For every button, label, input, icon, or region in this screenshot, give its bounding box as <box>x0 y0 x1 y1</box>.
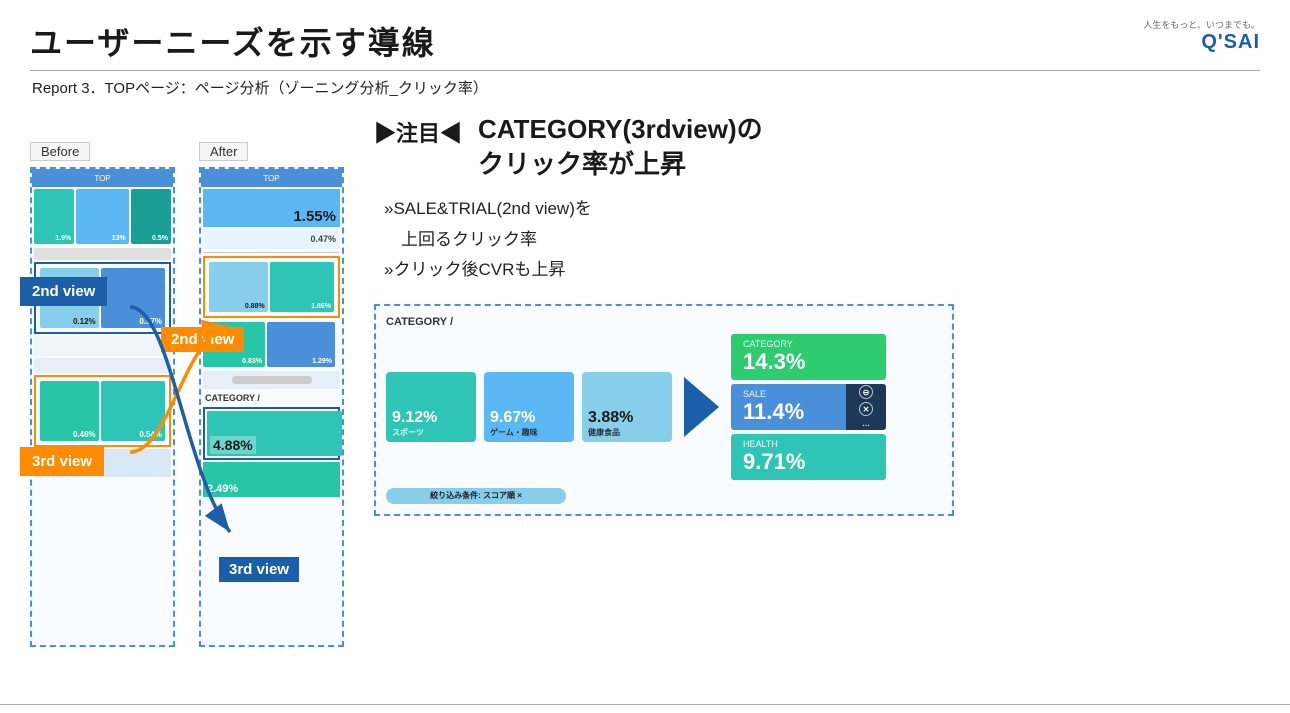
after-3rd-view-label: 3rd view <box>219 557 299 582</box>
before-3rd-view-label: 3rd view <box>20 447 104 476</box>
before-block-1c: 0.5% <box>131 189 171 244</box>
before-row1: 1.9% 13% 0.5% <box>32 187 173 246</box>
cat-pct-2: 9.67% <box>490 409 535 427</box>
bottom-line <box>0 704 1290 706</box>
insight-area: ▶注目◀ CATEGORY(3rdview)のクリック率が上昇 <box>374 112 1260 182</box>
content-area: Before TOP 1.9% 13% <box>30 112 1260 647</box>
after-2nd-b: 1.86% <box>270 262 334 312</box>
after-top-bar: TOP <box>201 169 342 187</box>
cat-item-2: 9.67% ゲーム・趣味 <box>484 372 574 442</box>
before-3rd-zone: 0.48% 0.54% <box>34 375 171 447</box>
after-2nd-zone: 0.88% 1.86% <box>203 256 340 318</box>
before-panel: Before TOP 1.9% 13% <box>30 142 175 647</box>
logo-area: 人生をもっと、いつまでも。 Q'SAI <box>1143 18 1260 54</box>
after-2nd-view-label: 2nd view <box>161 327 244 352</box>
after-panel: After TOP 1.55% 0.47% <box>199 142 344 647</box>
result-arrow <box>684 377 719 437</box>
category-result-label: CATEGORY / <box>386 316 942 328</box>
attention-badge: ▶注目◀ <box>374 116 462 148</box>
before-nav-bar <box>34 248 171 260</box>
sub-insights: »SALE&TRIAL(2nd view)を 上回るクリック率 »クリック後CV… <box>384 194 1260 286</box>
main-title: ユーザーニーズを示す導線 <box>30 18 436 64</box>
after-3rd-zone: 4.88% <box>203 407 340 460</box>
sale-overlay: ⊖ ✕ … <box>846 384 886 430</box>
logo-caption: 人生をもっと、いつまでも。 <box>1143 18 1260 31</box>
sub-insight-3: »クリック後CVRも上昇 <box>384 255 1260 286</box>
before-phone: TOP 1.9% 13% 0.5% <box>30 167 175 647</box>
after-sub-pct: 0.47% <box>203 229 340 249</box>
before-3rd-a: 0.48% <box>40 381 99 441</box>
before-3rd-b: 0.54% <box>101 381 165 441</box>
sub-insight-1: »SALE&TRIAL(2nd view)を <box>384 194 1260 225</box>
result-sale: SALE 11.4% ⊖ ✕ <box>731 384 886 430</box>
sub-insight-2: 上回るクリック率 <box>384 225 1260 256</box>
logo-text: Q'SAI <box>1201 31 1260 54</box>
after-sale-block: 1.55% <box>203 189 340 227</box>
cat-pct-3: 3.88% <box>588 409 633 427</box>
subtitle: Report 3．TOPページ：ページ分析（ゾーニング分析_クリック率） <box>30 70 1260 98</box>
before-block-1a: 1.9% <box>34 189 74 244</box>
category-result-box: CATEGORY / 9.12% スポーツ 9.67% ゲーム・趣味 3.88%… <box>374 304 954 516</box>
header: ユーザーニーズを示す導線 人生をもっと、いつまでも。 Q'SAI <box>30 18 1260 64</box>
right-section: ▶注目◀ CATEGORY(3rdview)のクリック率が上昇 »SALE&TR… <box>364 112 1260 516</box>
cat-pct-1: 9.12% <box>392 409 437 427</box>
category-result-row: 9.12% スポーツ 9.67% ゲーム・趣味 3.88% 健康食品 <box>386 334 942 480</box>
before-label: Before <box>30 142 90 161</box>
main-insight-text: CATEGORY(3rdview)のクリック率が上昇 <box>478 112 763 182</box>
before-top-bar: TOP <box>32 169 173 187</box>
before-2nd-view-label: 2nd view <box>20 277 107 306</box>
after-2nd-a: 0.88% <box>209 262 268 312</box>
after-label: After <box>199 142 248 161</box>
main-insight-block: CATEGORY(3rdview)のクリック率が上昇 <box>478 112 763 182</box>
cat-item-3: 3.88% 健康食品 <box>582 372 672 442</box>
after-category-label: CATEGORY / <box>201 391 342 405</box>
cat-item-1: 9.12% スポーツ <box>386 372 476 442</box>
selection-bar: 絞り込み条件: スコア順 × <box>386 488 566 504</box>
before-after-section: Before TOP 1.9% 13% <box>30 112 344 647</box>
page-wrapper: ユーザーニーズを示す導線 人生をもっと、いつまでも。 Q'SAI Report … <box>0 0 1290 713</box>
before-2nd-b: 0.57% <box>101 268 165 328</box>
result-health: HEALTH 9.71% <box>731 434 886 480</box>
result-category: CATEGORY 14.3% <box>731 334 886 380</box>
before-block-1b: 13% <box>76 189 129 244</box>
results-column: CATEGORY 14.3% SALE 11.4% <box>731 334 886 480</box>
